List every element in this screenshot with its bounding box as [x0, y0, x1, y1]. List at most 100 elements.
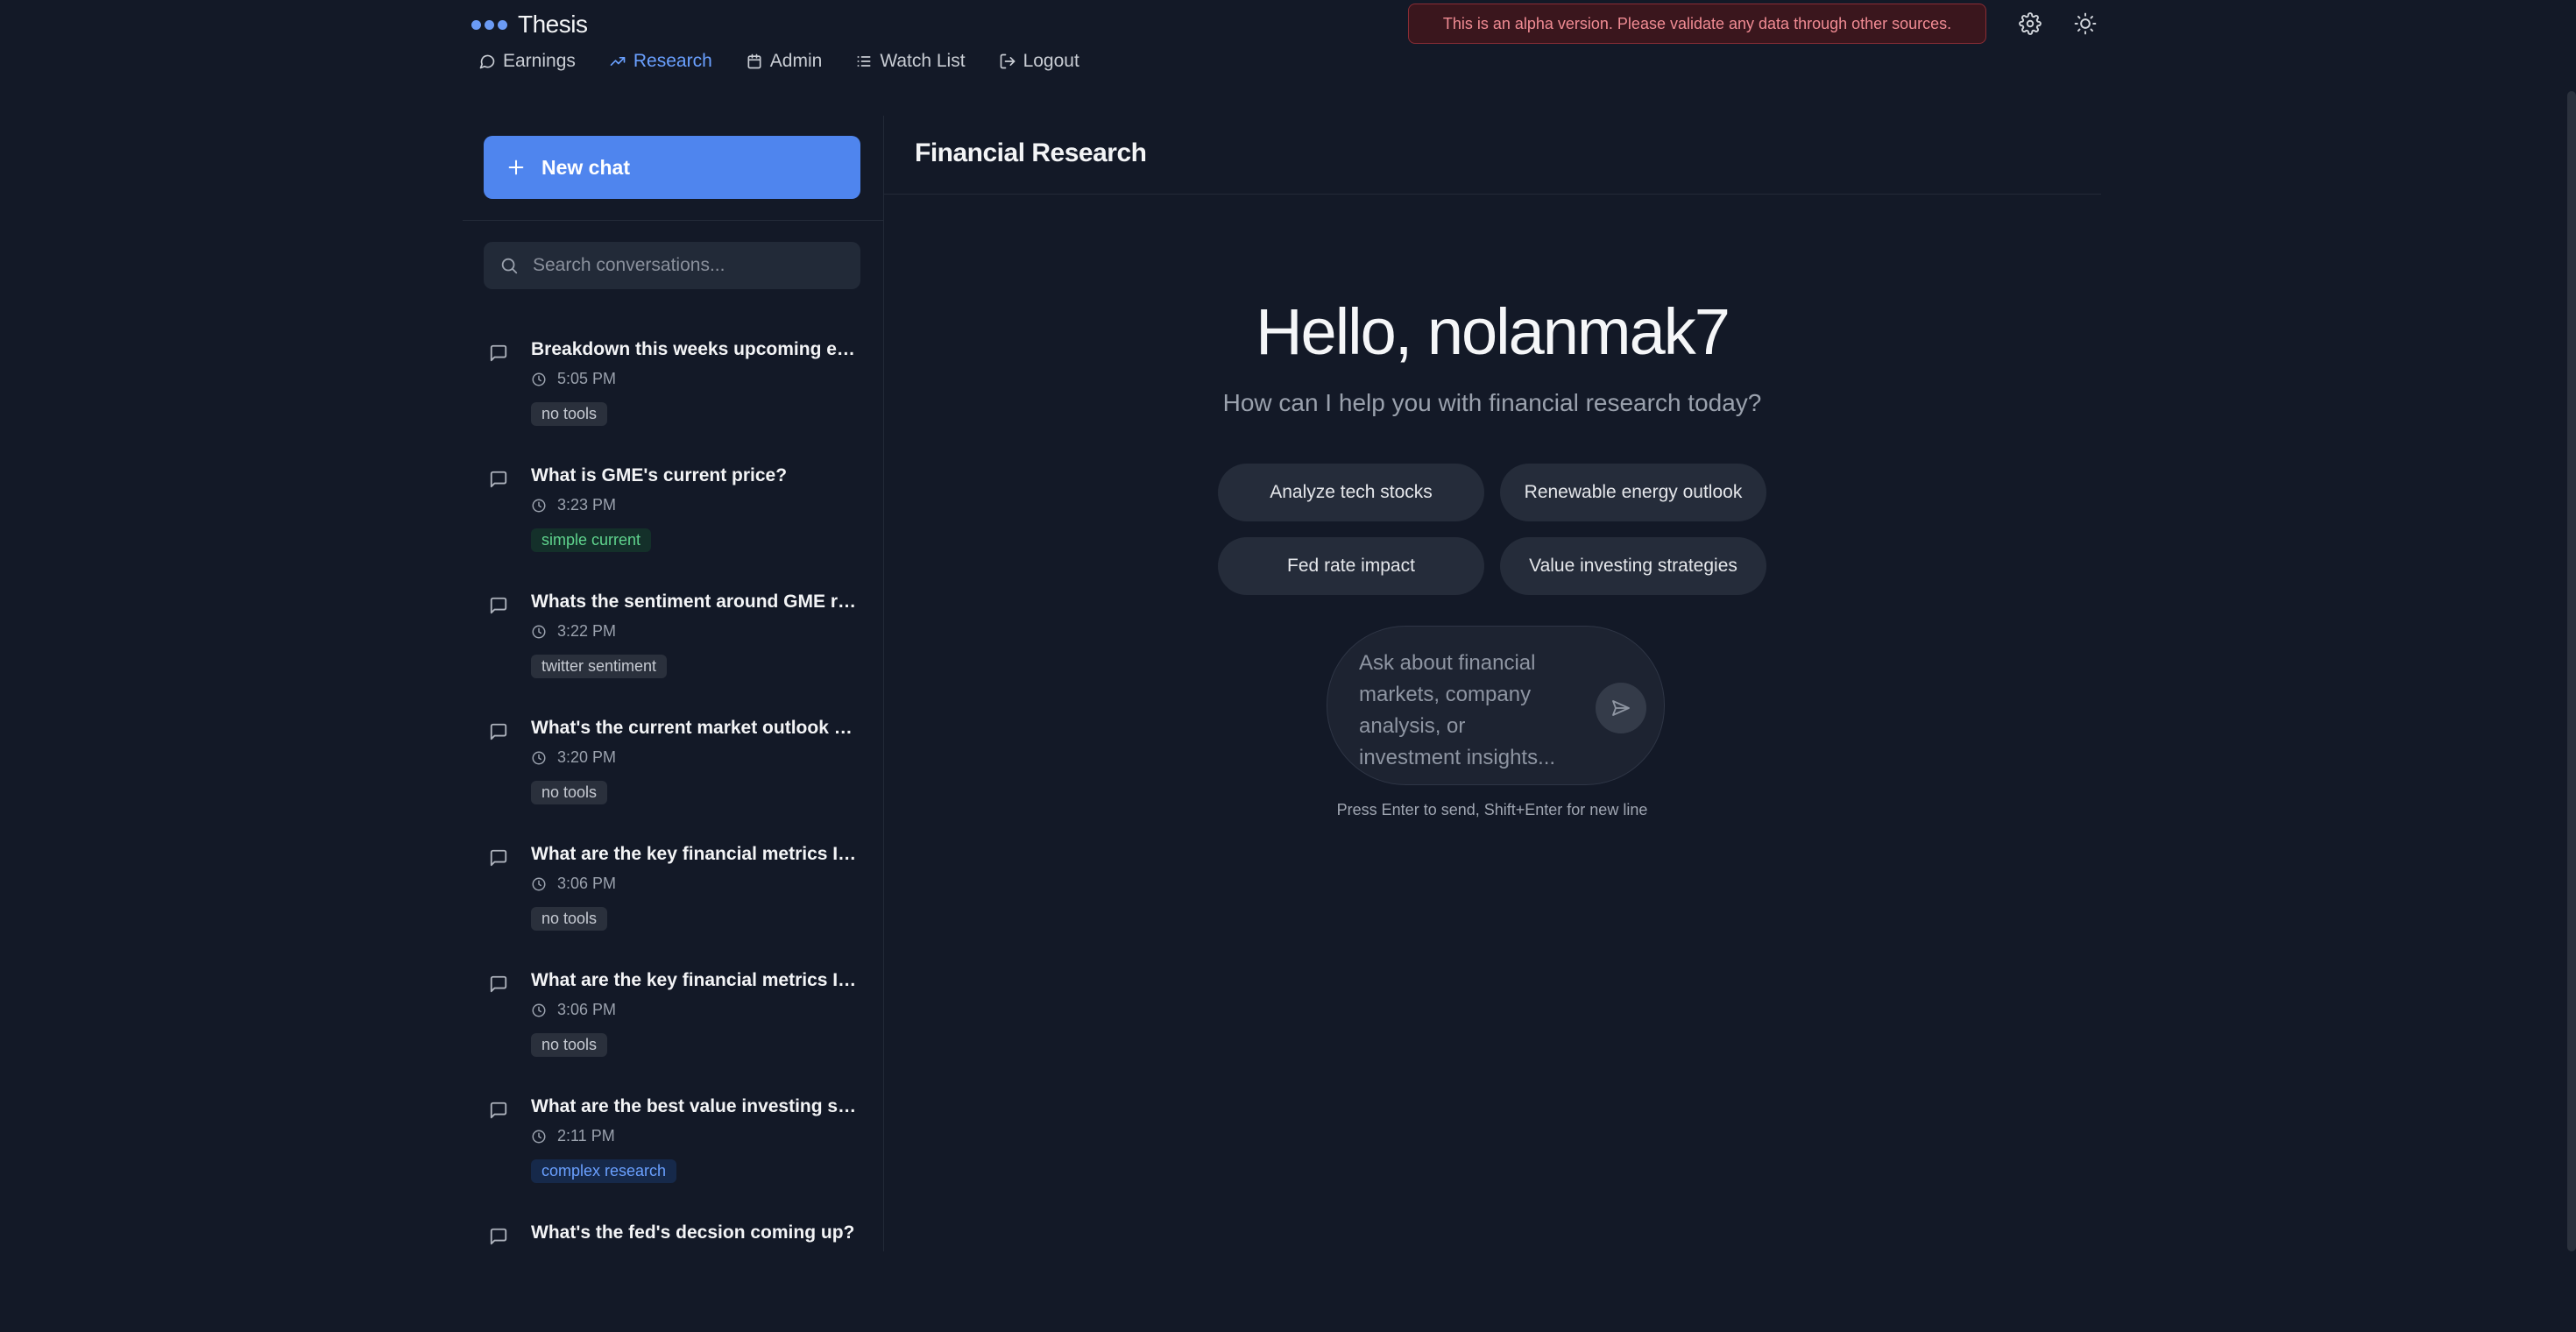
- chat-composer[interactable]: Ask about financial markets, company ana…: [1327, 626, 1665, 785]
- clock-icon: [532, 625, 546, 638]
- new-chat-label: New chat: [541, 155, 630, 179]
- search-input[interactable]: [531, 254, 850, 277]
- nav-item-label: Research: [633, 51, 712, 71]
- conversation-title: What are the key financial metrics I sho…: [531, 844, 857, 864]
- tool-tag: twitter sentiment: [531, 655, 668, 678]
- conversation-title: What are the key financial metrics I sho…: [531, 970, 857, 990]
- send-button[interactable]: [1596, 683, 1646, 733]
- nav-item-label: Logout: [1023, 51, 1079, 71]
- message-circle-icon: [479, 54, 495, 69]
- conversation-time-row: 3:23 PM: [531, 496, 616, 514]
- suggestion-chip[interactable]: Renewable energy outlook: [1500, 464, 1766, 521]
- sidebar-divider: [463, 220, 883, 221]
- conversation-time: 3:06 PM: [557, 1001, 617, 1018]
- conversation-time: 2:11 PM: [557, 1127, 615, 1144]
- top-bar: Thesis Earnings Research Admin Watch Lis…: [0, 0, 2576, 88]
- app-title: Thesis: [518, 11, 588, 38]
- conversation-title: What is GME's current price?: [531, 465, 788, 485]
- nav-item-admin[interactable]: Admin: [746, 51, 823, 72]
- tool-tag: complex research: [531, 1159, 677, 1183]
- new-chat-button[interactable]: New chat: [484, 136, 860, 199]
- nav-item-label: Earnings: [503, 51, 576, 71]
- clock-icon: [532, 751, 546, 764]
- conversation-time-row: 5:05 PM: [531, 370, 616, 388]
- conversation-time-row: 2:11 PM: [531, 1127, 615, 1145]
- conversation-time: 3:06 PM: [557, 875, 617, 892]
- clock-icon: [532, 499, 546, 512]
- keyboard-hint: Press Enter to send, Shift+Enter for new…: [1336, 801, 1648, 818]
- conversation-time-row: 3:06 PM: [531, 1001, 616, 1019]
- suggestion-chip[interactable]: Analyze tech stocks: [1218, 464, 1484, 521]
- conversation-time: 3:20 PM: [557, 748, 617, 766]
- nav-item-logout[interactable]: Logout: [999, 51, 1079, 72]
- greeting-subtitle: How can I help you with financial resear…: [1222, 389, 1762, 416]
- suggestion-chip[interactable]: Value investing strategies: [1500, 537, 1766, 595]
- search-icon: [501, 258, 518, 274]
- message-square-icon: [490, 597, 507, 614]
- conversation-item[interactable]: What are the best value investing strate…: [489, 1092, 857, 1206]
- list-icon: [857, 56, 871, 67]
- tool-tag: no tools: [531, 1033, 608, 1057]
- message-square-icon: [490, 471, 507, 488]
- conversation-title: What's the current market outlook for te…: [531, 718, 857, 738]
- calendar-icon: [747, 53, 761, 69]
- nav-item-research[interactable]: Research: [609, 51, 712, 72]
- conversation-title: Breakdown this weeks upcoming earnings a…: [531, 339, 857, 359]
- message-input[interactable]: Ask about financial markets, company ana…: [1359, 648, 1560, 774]
- tool-tag: no tools: [531, 781, 608, 804]
- nav-item-watch-list[interactable]: Watch List: [855, 51, 966, 72]
- conversation-time-row: 3:22 PM: [531, 622, 616, 641]
- conversation-time-row: 3:20 PM: [531, 748, 616, 767]
- main-panel: Financial Research Hello, nolanmak7 How …: [883, 116, 2101, 1251]
- nav-item-earnings[interactable]: Earnings: [478, 51, 576, 72]
- conversation-sidebar: New chat Breakdown this weeks upcoming e…: [463, 116, 884, 1251]
- nav-item-label: Admin: [769, 51, 823, 71]
- message-square-icon: [490, 1102, 507, 1119]
- conversation-time: 3:22 PM: [557, 622, 617, 640]
- message-square-icon: [490, 723, 507, 740]
- tool-tag: no tools: [531, 402, 608, 426]
- conversation-title: Whats the sentiment around GME right now…: [531, 592, 857, 612]
- clock-icon: [532, 372, 546, 386]
- clock-icon: [532, 1130, 546, 1143]
- header-divider: [883, 194, 2101, 195]
- conversation-item[interactable]: Breakdown this weeks upcoming earnings a…: [489, 335, 857, 449]
- conversation-time-row: 3:06 PM: [531, 875, 616, 893]
- app-logo[interactable]: Thesis: [471, 9, 588, 40]
- greeting-heading: Hello, nolanmak7: [1256, 295, 1730, 368]
- conversation-time: 3:23 PM: [557, 496, 617, 514]
- page-title: Financial Research: [915, 138, 1147, 167]
- tool-tag: simple current: [531, 528, 652, 552]
- clock-icon: [532, 1003, 546, 1017]
- conversation-item[interactable]: Whats the sentiment around GME right now…: [489, 587, 857, 701]
- conversation-item[interactable]: What are the key financial metrics I sho…: [489, 840, 857, 953]
- gear-icon: [2019, 12, 2042, 35]
- clock-icon: [532, 877, 546, 890]
- suggestion-chip[interactable]: Fed rate impact: [1218, 537, 1484, 595]
- conversation-title: What are the best value investing strate…: [531, 1096, 857, 1116]
- message-square-icon: [490, 849, 507, 867]
- nav-item-label: Watch List: [880, 51, 966, 71]
- conversation-item[interactable]: What are the key financial metrics I sho…: [489, 966, 857, 1080]
- conversation-item[interactable]: What's the fed's decsion coming up?: [489, 1218, 857, 1332]
- tool-tag: no tools: [531, 907, 608, 931]
- send-icon: [1612, 700, 1630, 716]
- trending-up-icon: [610, 57, 626, 66]
- main-nav: Earnings Research Admin Watch List Logou…: [478, 51, 1079, 72]
- message-square-icon: [490, 344, 507, 362]
- settings-button[interactable]: [2015, 9, 2045, 39]
- logo-dots-icon: [471, 19, 507, 30]
- scrollbar[interactable]: [2567, 91, 2576, 1251]
- logout-icon: [1000, 53, 1015, 69]
- conversation-item[interactable]: What's the current market outlook for te…: [489, 713, 857, 827]
- plus-icon: [508, 159, 524, 175]
- message-square-icon: [490, 1228, 507, 1245]
- message-square-icon: [490, 975, 507, 993]
- search-box: [484, 242, 860, 289]
- conversation-time: 5:05 PM: [557, 370, 617, 387]
- alpha-warning-banner: This is an alpha version. Please validat…: [1408, 4, 1986, 44]
- conversation-item[interactable]: What is GME's current price? 3:23 PM simpl…: [489, 461, 857, 575]
- theme-toggle-button[interactable]: [2070, 9, 2100, 39]
- sun-icon: [2074, 12, 2097, 35]
- conversation-title: What's the fed's decsion coming up?: [531, 1222, 855, 1243]
